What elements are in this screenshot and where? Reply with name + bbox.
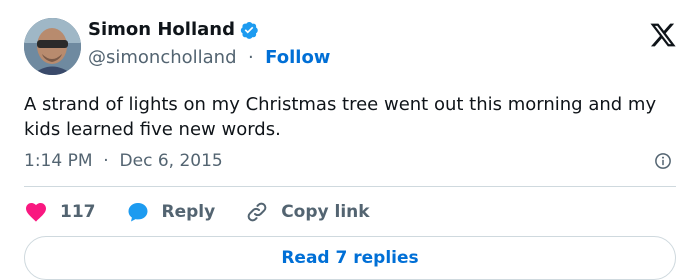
author-handle[interactable]: @simoncholland bbox=[88, 47, 237, 68]
tweet-text: A strand of lights on my Christmas tree … bbox=[24, 94, 657, 140]
follow-button[interactable]: Follow bbox=[265, 47, 330, 68]
author-display-name[interactable]: Simon Holland bbox=[88, 19, 235, 41]
info-icon[interactable] bbox=[654, 152, 672, 170]
link-icon bbox=[247, 202, 267, 222]
author-name-row: Simon Holland bbox=[88, 19, 259, 41]
like-button[interactable]: 117 bbox=[24, 200, 96, 224]
reply-button[interactable]: Reply bbox=[126, 200, 216, 224]
reply-label: Reply bbox=[161, 202, 216, 222]
heart-icon bbox=[26, 203, 46, 222]
like-count: 117 bbox=[60, 202, 96, 222]
x-logo-icon[interactable] bbox=[649, 21, 677, 49]
author-handle-row: @simoncholland · Follow bbox=[88, 47, 330, 69]
tweet-time: 1:14 PM bbox=[24, 151, 93, 171]
tweet-date: Dec 6, 2015 bbox=[119, 151, 223, 171]
handle-separator: · bbox=[242, 47, 260, 68]
read-replies-button[interactable]: Read 7 replies bbox=[24, 236, 676, 280]
copy-link-button[interactable]: Copy link bbox=[245, 200, 370, 224]
reply-bubble-icon bbox=[128, 203, 147, 222]
tweet-timestamp[interactable]: 1:14 PM · Dec 6, 2015 bbox=[24, 150, 223, 172]
copy-link-label: Copy link bbox=[281, 202, 370, 222]
verified-badge-icon bbox=[240, 21, 258, 39]
divider bbox=[24, 186, 676, 187]
avatar-image bbox=[24, 18, 81, 75]
tweet-actions: 117 Reply Copy link bbox=[24, 200, 400, 224]
timestamp-separator: · bbox=[97, 151, 115, 171]
author-avatar[interactable] bbox=[24, 18, 81, 75]
